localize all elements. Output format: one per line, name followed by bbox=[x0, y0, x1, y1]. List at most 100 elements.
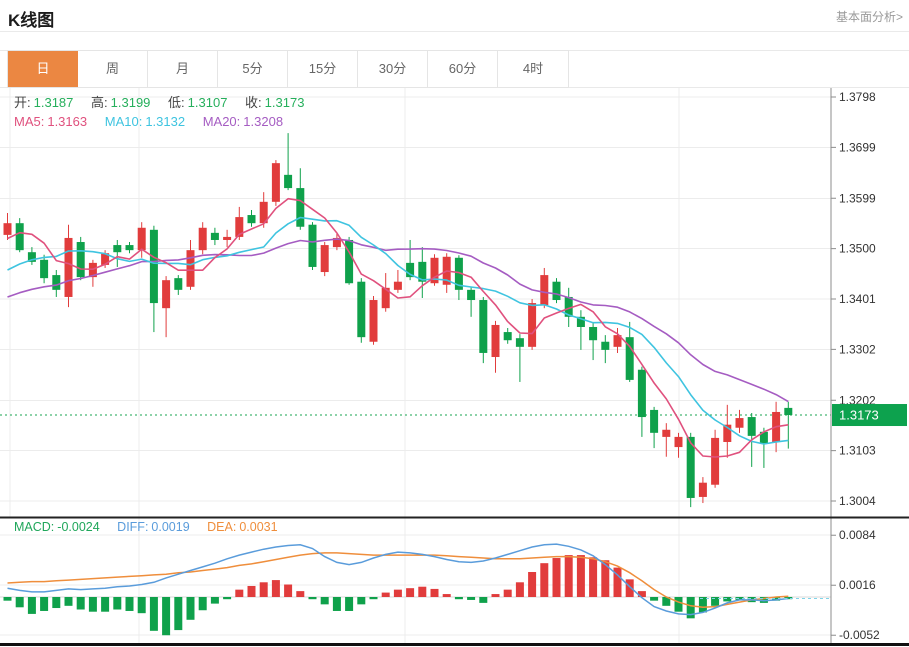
axis-tick-label: 0.0016 bbox=[839, 578, 876, 592]
macd-bar bbox=[370, 597, 378, 599]
macd-bar bbox=[52, 597, 60, 608]
macd-bar bbox=[211, 597, 219, 604]
candle-body bbox=[77, 242, 85, 277]
axis-tick-label: 1.3500 bbox=[839, 242, 876, 256]
macd-bar bbox=[248, 586, 256, 597]
ma20-value: 1.3208 bbox=[243, 114, 283, 129]
candle-body bbox=[492, 325, 500, 357]
macd-bar bbox=[284, 584, 292, 597]
dea-label: DEA: bbox=[207, 520, 236, 534]
high-label: 高: bbox=[91, 95, 108, 110]
candle-body bbox=[199, 228, 207, 250]
macd-bar bbox=[174, 597, 182, 630]
candle-body bbox=[638, 370, 646, 417]
candle-body bbox=[553, 282, 561, 300]
macd-bar bbox=[138, 597, 146, 613]
candle-body bbox=[748, 417, 756, 436]
high-value: 1.3199 bbox=[111, 95, 151, 110]
candle-body bbox=[16, 223, 24, 250]
macd-bar bbox=[65, 597, 73, 606]
ma10-value: 1.3132 bbox=[145, 114, 185, 129]
diff-value: 0.0019 bbox=[151, 520, 189, 534]
macd-bar bbox=[199, 597, 207, 610]
ma-readout: MA5:1.3163 MA10:1.3132 MA20:1.3208 bbox=[14, 114, 286, 129]
candle-body bbox=[211, 233, 219, 240]
dea-value: 0.0031 bbox=[239, 520, 277, 534]
close-label: 收: bbox=[245, 95, 262, 110]
candle-body bbox=[467, 290, 475, 300]
macd-bar bbox=[162, 597, 170, 635]
macd-bar bbox=[467, 597, 475, 600]
low-value: 1.3107 bbox=[188, 95, 228, 110]
ma10-label: MA10: bbox=[105, 114, 143, 129]
macd-bar bbox=[187, 597, 195, 620]
macd-bar bbox=[345, 597, 353, 611]
candle-body bbox=[162, 280, 170, 308]
axis-tick-label: 0.0084 bbox=[839, 528, 876, 542]
ma5-label: MA5: bbox=[14, 114, 44, 129]
dea-line bbox=[8, 553, 789, 607]
axis-tick-label: -0.0052 bbox=[839, 628, 880, 642]
macd-bar bbox=[723, 597, 731, 601]
macd-bar bbox=[626, 579, 634, 597]
macd-bar bbox=[40, 597, 48, 611]
candle-body bbox=[516, 338, 524, 347]
current-price-badge-value: 1.3173 bbox=[839, 408, 879, 423]
low-label: 低: bbox=[168, 95, 185, 110]
candle-body bbox=[296, 188, 304, 227]
candle-body bbox=[4, 223, 12, 235]
candle-body bbox=[65, 238, 73, 297]
axis-tick-label: 1.3798 bbox=[839, 90, 876, 104]
candle-body bbox=[528, 303, 536, 347]
macd-bar bbox=[443, 594, 451, 597]
candle-body bbox=[187, 250, 195, 287]
candle-body bbox=[309, 225, 317, 267]
macd-bar bbox=[235, 590, 243, 597]
candle-body bbox=[711, 438, 719, 485]
candle-body bbox=[662, 430, 670, 437]
axis-tick-label: 1.3302 bbox=[839, 342, 876, 356]
macd-bar bbox=[28, 597, 36, 614]
diff-label: DIFF: bbox=[117, 520, 148, 534]
axis-tick-label: 1.3599 bbox=[839, 191, 876, 205]
macd-bar bbox=[675, 597, 683, 612]
axis-tick-label: 1.3004 bbox=[839, 494, 876, 508]
candle-body bbox=[40, 260, 48, 278]
candle-body bbox=[223, 237, 231, 240]
ohlc-readout: 开:1.3187 高:1.3199 低:1.3107 收:1.3173 bbox=[14, 92, 307, 111]
candle-body bbox=[52, 275, 60, 290]
macd-bar bbox=[150, 597, 158, 631]
macd-histogram bbox=[4, 555, 793, 635]
macd-bar bbox=[431, 589, 439, 597]
ma20-line bbox=[8, 239, 789, 402]
macd-bar bbox=[699, 597, 707, 612]
open-value: 1.3187 bbox=[34, 95, 74, 110]
macd-bar bbox=[382, 593, 390, 597]
candle-body bbox=[601, 342, 609, 350]
candle-body bbox=[150, 230, 158, 303]
ma5-line bbox=[8, 199, 789, 457]
ma5-value: 1.3163 bbox=[47, 114, 87, 129]
candle-body bbox=[284, 175, 292, 188]
kline-widget: K线图 基本面分析> 日周月5分15分30分60分4时 1.37981.3699… bbox=[0, 0, 909, 647]
candle-body bbox=[113, 245, 121, 252]
macd-bar bbox=[223, 597, 231, 599]
ma20-label: MA20: bbox=[203, 114, 241, 129]
open-label: 开: bbox=[14, 95, 31, 110]
ma10-line bbox=[8, 218, 789, 445]
candle-body bbox=[272, 163, 280, 202]
macd-bar bbox=[540, 563, 548, 597]
macd-bar bbox=[309, 597, 317, 599]
right-axis: 1.37981.36991.35991.35001.34011.33021.32… bbox=[831, 88, 907, 645]
macd-bar bbox=[4, 597, 12, 601]
macd-bar bbox=[479, 597, 487, 603]
candle-body bbox=[650, 410, 658, 433]
macd-bar bbox=[601, 560, 609, 597]
macd-bar bbox=[101, 597, 109, 612]
axis-tick-label: 1.3401 bbox=[839, 292, 876, 306]
macd-bar bbox=[650, 597, 658, 601]
macd-bar bbox=[394, 590, 402, 597]
macd-label: MACD: bbox=[14, 520, 54, 534]
candle-body bbox=[504, 332, 512, 340]
macd-bar bbox=[589, 557, 597, 597]
